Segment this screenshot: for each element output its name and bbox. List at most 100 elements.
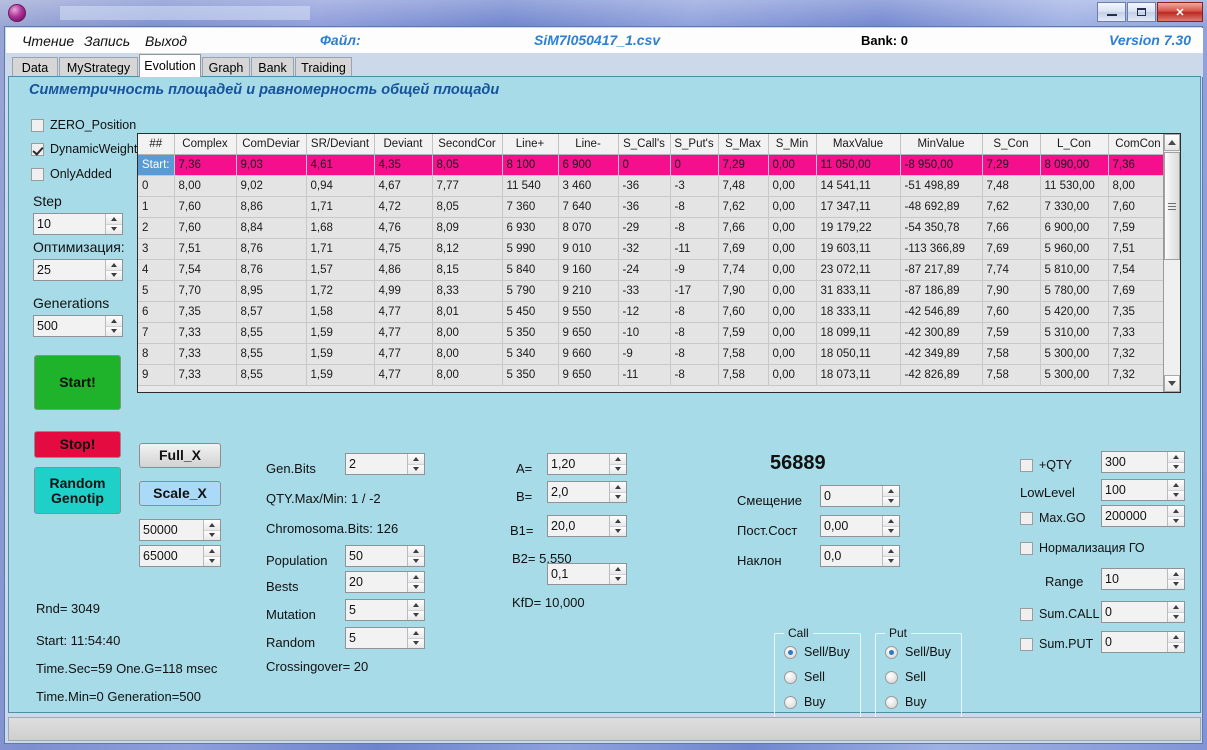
stepper-down-button[interactable]	[408, 638, 424, 649]
stepper-buttons[interactable]	[882, 546, 899, 566]
stepper-up-button[interactable]	[1168, 452, 1184, 462]
stepper-down-button[interactable]	[610, 574, 626, 585]
input-optimizaciya[interactable]: 25	[33, 259, 123, 281]
stepper-buttons[interactable]	[882, 486, 899, 506]
column-header-10[interactable]: S_Max	[718, 134, 768, 154]
stepper-down-button[interactable]	[1168, 642, 1184, 653]
close-button[interactable]: ✕	[1157, 2, 1203, 22]
stepper-up-button[interactable]	[883, 546, 899, 556]
table-row[interactable]: 57,708,951,724,998,335 7909 210-33-177,9…	[138, 280, 1163, 301]
stepper-up-button[interactable]	[408, 572, 424, 582]
stepper-up-button[interactable]	[610, 482, 626, 492]
stepper-down-button[interactable]	[883, 556, 899, 567]
stepper-down-button[interactable]	[610, 492, 626, 503]
stepper-buttons[interactable]	[609, 454, 626, 474]
stepper-up-button[interactable]	[106, 316, 122, 326]
stepper-down-button[interactable]	[1168, 516, 1184, 527]
stepper-down-button[interactable]	[408, 556, 424, 567]
radio-put-sell[interactable]: Sell	[885, 670, 926, 684]
table-row[interactable]: 77,338,551,594,778,005 3509 650-10-87,59…	[138, 322, 1163, 343]
stepper-down-button[interactable]	[1168, 579, 1184, 590]
input-range[interactable]: 10	[1101, 568, 1185, 590]
stepper-down-button[interactable]	[883, 496, 899, 507]
column-header-14[interactable]: S_Con	[982, 134, 1040, 154]
input-smeshenie[interactable]: 0	[820, 485, 900, 507]
stepper-up-button[interactable]	[883, 516, 899, 526]
stepper-up-button[interactable]	[106, 260, 122, 270]
stepper-up-button[interactable]	[610, 564, 626, 574]
tab-graph[interactable]: Graph	[202, 57, 250, 77]
column-header-12[interactable]: MaxValue	[816, 134, 900, 154]
stepper-buttons[interactable]	[105, 316, 122, 336]
scale-x-button[interactable]: Scale_X	[139, 481, 221, 506]
stepper-buttons[interactable]	[1167, 602, 1184, 622]
stepper-up-button[interactable]	[1168, 569, 1184, 579]
stepper-down-button[interactable]	[610, 464, 626, 475]
tab-bank[interactable]: Bank	[251, 57, 294, 77]
input-b1[interactable]: 20,0	[547, 515, 627, 537]
stepper-down-button[interactable]	[1168, 462, 1184, 473]
minimize-button[interactable]	[1097, 2, 1126, 22]
checkbox-sum-call[interactable]: Sum.CALL	[1020, 607, 1099, 621]
input-gen-bits[interactable]: 2	[345, 453, 425, 475]
checkbox-sum-put[interactable]: Sum.PUT	[1020, 637, 1093, 651]
scrollbar-thumb[interactable]	[1164, 152, 1180, 260]
stepper-down-button[interactable]	[204, 530, 220, 541]
input-population[interactable]: 50	[345, 545, 425, 567]
maximize-button[interactable]	[1127, 2, 1156, 22]
stepper-up-button[interactable]	[204, 546, 220, 556]
input-sum-put[interactable]: 0	[1101, 631, 1185, 653]
column-header-9[interactable]: S_Put's	[670, 134, 718, 154]
stepper-up-button[interactable]	[1168, 632, 1184, 642]
stepper-up-button[interactable]	[408, 628, 424, 638]
stepper-up-button[interactable]	[1168, 602, 1184, 612]
checkbox-dynamic-weight[interactable]: DynamicWeight	[31, 142, 137, 156]
stepper-up-button[interactable]	[1168, 480, 1184, 490]
column-header-2[interactable]: ComDeviar	[236, 134, 306, 154]
column-header-3[interactable]: SR/Deviant	[306, 134, 374, 154]
table-row[interactable]: 27,608,841,684,768,096 9308 070-29-87,66…	[138, 217, 1163, 238]
stepper-down-button[interactable]	[610, 526, 626, 537]
stepper-buttons[interactable]	[1167, 569, 1184, 589]
table-row[interactable]: 97,338,551,594,778,005 3509 650-11-87,58…	[138, 364, 1163, 385]
stepper-buttons[interactable]	[407, 628, 424, 648]
tab-evolution[interactable]: Evolution	[139, 54, 201, 77]
menu-item-chtenie[interactable]: Чтение	[22, 33, 74, 49]
stepper-up-button[interactable]	[610, 454, 626, 464]
table-row[interactable]: 17,608,861,714,728,057 3607 640-36-87,62…	[138, 196, 1163, 217]
column-header-5[interactable]: SecondCor	[432, 134, 502, 154]
stepper-up-button[interactable]	[204, 520, 220, 530]
stepper-buttons[interactable]	[105, 260, 122, 280]
stepper-up-button[interactable]	[408, 600, 424, 610]
random-genotip-button[interactable]: Random Genotip	[34, 467, 121, 514]
input-plus-qty[interactable]: 300	[1101, 451, 1185, 473]
column-header-8[interactable]: S_Call's	[618, 134, 670, 154]
stepper-buttons[interactable]	[407, 454, 424, 474]
input-extra-coefficient[interactable]: 0,1	[547, 563, 627, 585]
radio-call-sell-buy[interactable]: Sell/Buy	[784, 645, 850, 659]
full-x-button[interactable]: Full_X	[139, 443, 221, 468]
checkbox-max-go[interactable]: Max.GO	[1020, 511, 1086, 525]
column-header-16[interactable]: ComCon	[1108, 134, 1163, 154]
stepper-buttons[interactable]	[609, 482, 626, 502]
radio-call-buy[interactable]: Buy	[784, 695, 826, 709]
tab-data[interactable]: Data	[12, 57, 58, 77]
column-header-15[interactable]: L_Con	[1040, 134, 1108, 154]
input-bests[interactable]: 20	[345, 571, 425, 593]
column-header-4[interactable]: Deviant	[374, 134, 432, 154]
stepper-buttons[interactable]	[1167, 632, 1184, 652]
input-a[interactable]: 1,20	[547, 453, 627, 475]
stepper-down-button[interactable]	[1168, 490, 1184, 501]
stepper-down-button[interactable]	[106, 326, 122, 337]
input-max-go[interactable]: 200000	[1101, 505, 1185, 527]
stepper-down-button[interactable]	[106, 224, 122, 235]
stepper-down-button[interactable]	[408, 610, 424, 621]
stepper-up-button[interactable]	[408, 546, 424, 556]
column-header-11[interactable]: S_Min	[768, 134, 816, 154]
column-header-13[interactable]: MinValue	[900, 134, 982, 154]
stepper-up-button[interactable]	[106, 214, 122, 224]
checkbox-plus-qty[interactable]: +QTY	[1020, 458, 1072, 472]
input-post-sost[interactable]: 0,00	[820, 515, 900, 537]
column-header-0[interactable]: ##	[138, 134, 174, 154]
table-row[interactable]: 87,338,551,594,778,005 3409 660-9-87,580…	[138, 343, 1163, 364]
